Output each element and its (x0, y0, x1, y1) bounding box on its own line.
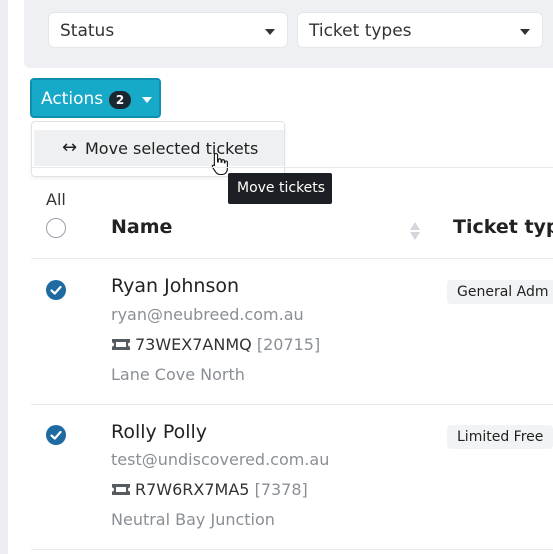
chevron-down-icon (142, 97, 152, 103)
ticket-info: R7W6RX7MA5 [7378] (111, 480, 308, 499)
attendee-location: Lane Cove North (111, 365, 245, 384)
attendee-email: test@undiscovered.com.au (111, 450, 330, 469)
chevron-down-icon (265, 29, 275, 35)
table-row[interactable]: Rolly Polly test@undiscovered.com.au R7W… (31, 405, 553, 550)
ticket-code: R7W6RX7MA5 (135, 480, 250, 499)
ticket-id: [20715] (256, 335, 321, 354)
attendee-location: Neutral Bay Junction (111, 510, 275, 529)
actions-dropdown-menu: ↔ Move selected tickets (31, 121, 285, 177)
move-selected-tickets-label: Move selected tickets (85, 139, 259, 158)
row-select-checkbox[interactable] (46, 425, 66, 445)
ticket-type-badge: General Adm (447, 280, 553, 304)
select-all-label: All (46, 190, 66, 209)
ticket-code: 73WEX7ANMQ (135, 335, 252, 354)
row-select-checkbox[interactable] (46, 280, 66, 300)
status-filter-select[interactable]: Status (48, 12, 288, 48)
attendee-name[interactable]: Rolly Polly (111, 421, 207, 443)
move-selected-tickets-menu-item[interactable]: ↔ Move selected tickets (34, 130, 284, 166)
status-filter-label: Status (60, 21, 115, 41)
filter-bar: Status Ticket types (24, 0, 553, 68)
ticket-types-filter-label: Ticket types (309, 21, 412, 41)
ticket-types-filter-select[interactable]: Ticket types (297, 12, 543, 48)
page-left-strip (0, 0, 8, 554)
ticket-icon (112, 484, 130, 495)
actions-button[interactable]: Actions 2 (30, 78, 161, 118)
actions-button-label: Actions (41, 89, 104, 109)
select-all-checkbox[interactable] (46, 218, 66, 238)
sort-icon[interactable] (408, 220, 422, 242)
tooltip-text: Move tickets (237, 180, 326, 196)
divider (31, 549, 553, 550)
attendee-name[interactable]: Ryan Johnson (111, 275, 239, 297)
attendee-email: ryan@neubreed.com.au (111, 305, 304, 324)
divider (31, 167, 553, 168)
ticket-info: 73WEX7ANMQ [20715] (111, 335, 320, 354)
arrows-horizontal-icon: ↔ (62, 137, 78, 158)
column-header-ticket-type[interactable]: Ticket typ (453, 216, 553, 238)
selected-count-badge: 2 (109, 91, 131, 109)
hand-pointer-icon (211, 152, 228, 176)
ticket-icon (112, 339, 130, 350)
checkmark-icon (50, 430, 62, 440)
move-tickets-tooltip: Move tickets (228, 173, 332, 204)
checkmark-icon (50, 285, 62, 295)
table-row[interactable]: Ryan Johnson ryan@neubreed.com.au 73WEX7… (31, 259, 553, 404)
ticket-id: [7378] (254, 480, 308, 499)
column-header-name[interactable]: Name (111, 216, 172, 238)
ticket-type-badge: Limited Free (447, 425, 553, 449)
chevron-down-icon (520, 29, 530, 35)
